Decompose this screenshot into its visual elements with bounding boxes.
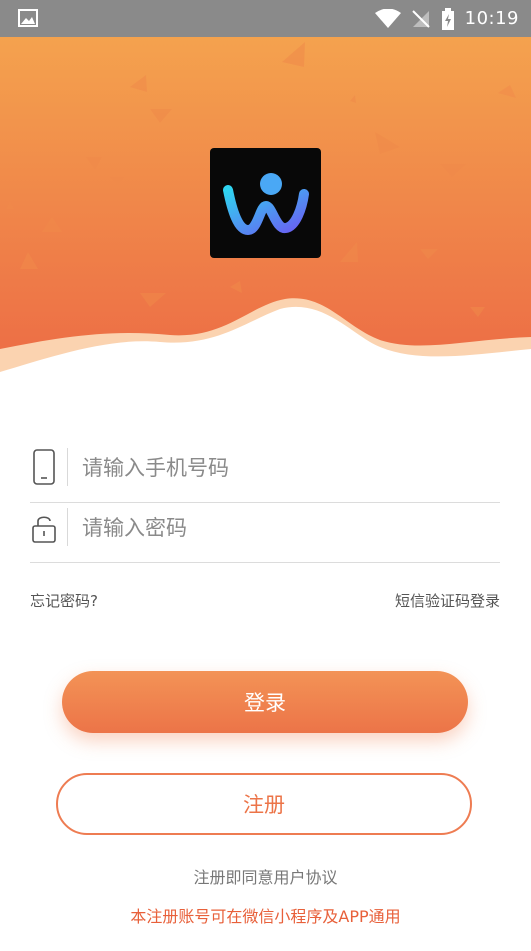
app-logo (210, 148, 321, 258)
no-signal-icon (411, 9, 430, 28)
phone-field (30, 442, 500, 503)
login-button[interactable]: 登录 (62, 671, 468, 733)
register-button[interactable]: 注册 (56, 773, 472, 835)
field-divider (67, 508, 68, 546)
account-note: 本注册账号可在微信小程序及APP通用 (130, 907, 401, 926)
forgot-password-link[interactable]: 忘记密码? (30, 590, 98, 611)
phone-icon (33, 449, 55, 485)
sms-login-link[interactable]: 短信验证码登录 (395, 590, 500, 611)
password-input[interactable] (80, 508, 494, 548)
image-icon (18, 9, 38, 27)
status-time: 10:19 (464, 8, 519, 29)
password-field (30, 502, 500, 563)
status-bar: 10:19 (0, 0, 531, 37)
w-logo-icon (223, 173, 309, 236)
wifi-icon (374, 8, 401, 28)
agreement-link[interactable]: 注册即同意用户协议 (0, 864, 531, 888)
battery-charging-icon (441, 7, 454, 30)
field-divider (67, 448, 68, 486)
lock-icon (32, 516, 56, 543)
phone-input[interactable] (80, 448, 494, 488)
